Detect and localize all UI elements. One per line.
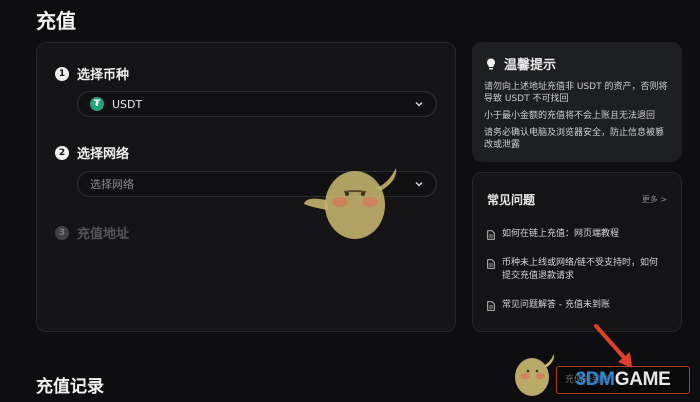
tips-header: 温馨提示 (484, 54, 670, 73)
tether-icon: ₮ (90, 97, 104, 111)
faq-item-text: 如何在链上充值：网页端教程 (502, 229, 620, 239)
tip-text: 小于最小金额的充值将不会上账且无法退回 (484, 111, 656, 121)
tip-text: 请务必确认电脑及浏览器安全，防止信息被篡改或泄露 (484, 128, 665, 150)
faq-panel: 常见问题 更多 > 如何在链上充值：网页端教程 币种未上线或网络/链不受支持时，… (472, 172, 682, 332)
faq-item[interactable]: 常见问题解答 - 充值未到账 (487, 299, 667, 312)
document-icon (487, 230, 495, 240)
chevron-down-icon (415, 182, 423, 187)
step-label: 选择币种 (77, 68, 130, 83)
faq-item-text: 币种未上线或网络/链不受支持时，如何提交充值退款请求 (502, 258, 659, 281)
faq-item[interactable]: 币种未上线或网络/链不受支持时，如何提交充值退款请求 (487, 257, 667, 283)
step-number: 1 (55, 66, 69, 81)
document-icon (487, 301, 495, 311)
tip-text: 请勿向上述地址充值非 USDT 的资产，否则将导致 USDT 不可找回 (484, 82, 668, 104)
3dmgame-watermark-logo: 3DM GAME (556, 366, 690, 394)
coin-select[interactable]: ₮ USDT (77, 91, 437, 117)
faq-item[interactable]: 如何在链上充值：网页端教程 (487, 228, 667, 241)
mascot-watermark-small-image (515, 354, 555, 396)
records-title: 充值记录 (36, 377, 104, 397)
lightbulb-icon (487, 58, 495, 69)
step-select-network: 2 选择网络 (55, 143, 129, 162)
step-label: 选择网络 (77, 147, 130, 162)
step-label: 充值地址 (77, 227, 130, 242)
chevron-down-icon (415, 102, 423, 107)
faq-header: 常见问题 更多 > (487, 191, 667, 208)
page-title: 充值 (36, 9, 76, 33)
document-icon (487, 259, 495, 269)
step-select-coin: 1 选择币种 (55, 64, 129, 83)
watermark-suffix: GAME (614, 369, 671, 390)
tips-panel: 温馨提示 请勿向上述地址充值非 USDT 的资产，否则将导致 USDT 不可找回… (472, 42, 682, 162)
step-deposit-address: 3 充值地址 (55, 223, 129, 242)
tips-title: 温馨提示 (504, 58, 557, 73)
network-select-placeholder: 选择网络 (90, 178, 134, 191)
coin-select-value: USDT (112, 97, 143, 111)
faq-item-text: 常见问题解答 - 充值未到账 (502, 300, 610, 310)
red-arrow-annotation-icon (594, 324, 632, 368)
step-number: 3 (55, 225, 69, 240)
faq-title: 常见问题 (487, 193, 536, 207)
mascot-watermark-image (304, 168, 397, 239)
watermark-prefix: 3DM (575, 369, 615, 390)
step-number: 2 (55, 145, 69, 160)
faq-more-link[interactable]: 更多 > (642, 194, 667, 205)
